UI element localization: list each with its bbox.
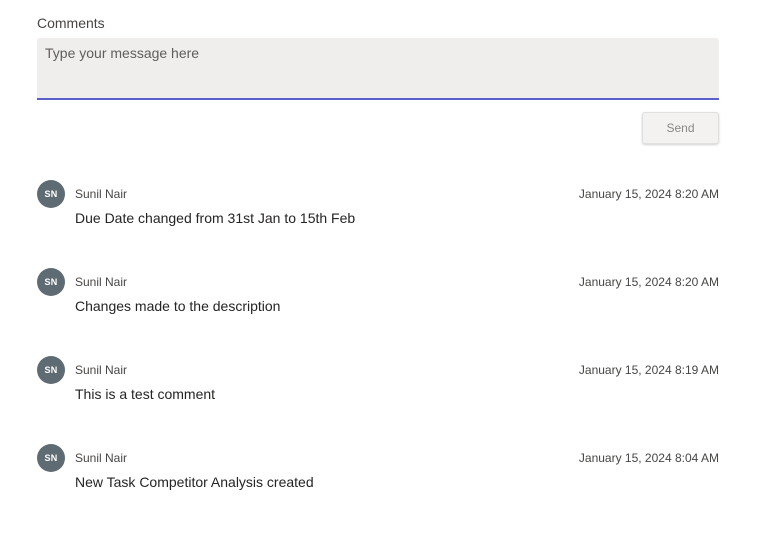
avatar: SN — [37, 444, 65, 472]
comments-panel: Comments Send SN Sunil Nair January 15, … — [0, 0, 762, 537]
comment-author: Sunil Nair — [75, 451, 128, 465]
comment-item: SN Sunil Nair January 15, 2024 8:19 AM T… — [37, 356, 719, 416]
comment-input-container[interactable] — [37, 38, 719, 100]
avatar: SN — [37, 180, 65, 208]
comment-input[interactable] — [37, 38, 719, 98]
comment-timestamp: January 15, 2024 8:20 AM — [578, 187, 719, 201]
comment-message: Due Date changed from 31st Jan to 15th F… — [75, 210, 356, 226]
avatar: SN — [37, 268, 65, 296]
comment-timestamp: January 15, 2024 8:20 AM — [578, 275, 719, 289]
avatar: SN — [37, 356, 65, 384]
comment-timestamp: January 15, 2024 8:04 AM — [578, 451, 719, 465]
comment-timestamp: January 15, 2024 8:19 AM — [578, 363, 719, 377]
comment-item: SN Sunil Nair January 15, 2024 8:20 AM D… — [37, 180, 719, 240]
comment-item: SN Sunil Nair January 15, 2024 8:04 AM N… — [37, 444, 719, 504]
comments-heading: Comments — [37, 15, 105, 31]
comment-message: New Task Competitor Analysis created — [75, 474, 314, 490]
send-button[interactable]: Send — [642, 112, 719, 144]
comment-author: Sunil Nair — [75, 187, 128, 201]
comment-item: SN Sunil Nair January 15, 2024 8:20 AM C… — [37, 268, 719, 328]
comment-author: Sunil Nair — [75, 363, 128, 377]
comment-author: Sunil Nair — [75, 275, 128, 289]
comment-message: This is a test comment — [75, 386, 216, 402]
comment-message: Changes made to the description — [75, 298, 281, 314]
